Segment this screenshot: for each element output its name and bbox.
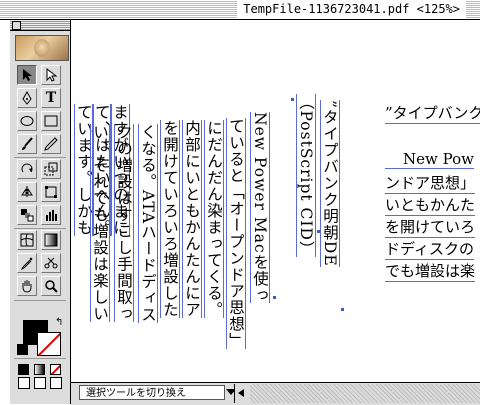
horizontal-scrollbar[interactable] bbox=[250, 384, 480, 403]
anchor-point[interactable] bbox=[273, 296, 276, 299]
status-popup[interactable]: 選択ツールを切り換え bbox=[79, 385, 225, 400]
type-tool-icon[interactable]: T bbox=[41, 88, 61, 108]
rectangle-tool-icon[interactable] bbox=[41, 111, 61, 131]
text-column[interactable]: 内部にいともかんたんにア bbox=[183, 120, 201, 318]
toolbox-divider bbox=[14, 358, 66, 359]
bottom-left-corner bbox=[10, 392, 71, 404]
text-column[interactable]: い、それでも増設は楽しい bbox=[91, 124, 109, 322]
selection-tool-icon[interactable] bbox=[17, 65, 37, 85]
free-transform-tool-icon[interactable] bbox=[41, 182, 61, 202]
venus-logo-icon[interactable] bbox=[15, 35, 69, 61]
pen-tool-icon[interactable] bbox=[17, 88, 37, 108]
none-mode-icon[interactable] bbox=[50, 364, 61, 375]
scale-tool-icon[interactable] bbox=[41, 159, 61, 179]
rotate-tool-icon[interactable] bbox=[17, 159, 37, 179]
gradient-mesh-tool-icon[interactable] bbox=[17, 230, 37, 250]
default-colors-icon[interactable] bbox=[17, 344, 28, 355]
graph-tool-icon[interactable] bbox=[41, 205, 61, 225]
close-box-icon[interactable] bbox=[12, 21, 21, 30]
standard-screen-mode-icon[interactable] bbox=[18, 377, 30, 389]
text-line[interactable]: New Pow bbox=[385, 150, 474, 169]
pencil-tool-icon[interactable] bbox=[41, 134, 61, 154]
full-screen-mode-icon[interactable] bbox=[50, 377, 62, 389]
toolbox-divider bbox=[14, 228, 66, 229]
text-column[interactable]: ていると「オープンドア思想」 bbox=[227, 118, 245, 349]
ellipse-tool-icon[interactable] bbox=[17, 111, 37, 131]
text-column[interactable]: （PostScript CID） bbox=[297, 94, 315, 257]
text-line[interactable]: ドディスクの bbox=[385, 238, 474, 260]
stroke-color-box[interactable] bbox=[37, 332, 61, 356]
blend-tool-icon[interactable] bbox=[17, 205, 37, 225]
text-column[interactable]: を開けていろいろ増設した bbox=[161, 120, 179, 318]
zoom-tool-icon[interactable] bbox=[41, 276, 61, 296]
full-screen-menu-mode-icon[interactable] bbox=[34, 377, 46, 389]
text-column[interactable]: クの増設はすこし手間取っ bbox=[115, 124, 133, 322]
scissors-tool-icon[interactable] bbox=[41, 253, 61, 273]
eyedropper-tool-icon[interactable] bbox=[17, 253, 37, 273]
paintbrush-tool-icon[interactable] bbox=[17, 134, 37, 154]
color-mode-icon[interactable] bbox=[18, 364, 29, 375]
swap-fill-stroke-icon[interactable]: ↰ bbox=[55, 317, 63, 328]
text-column[interactable]: ”タイプバンク明朝DE bbox=[321, 100, 339, 267]
window-title: TempFile-1136723041.pdf <125%> bbox=[237, 1, 466, 18]
anchor-point[interactable] bbox=[341, 308, 344, 311]
text-line[interactable]: ”タイプバンク bbox=[385, 102, 480, 124]
reflect-tool-icon[interactable] bbox=[17, 182, 37, 202]
gradient-tool-icon[interactable] bbox=[41, 230, 61, 250]
anchor-point[interactable] bbox=[291, 98, 294, 101]
title-bar[interactable]: TempFile-1136723041.pdf <125%> bbox=[0, 0, 480, 20]
text-line[interactable]: いともかんた bbox=[385, 194, 476, 216]
toolbox-drag-bar[interactable] bbox=[10, 20, 70, 31]
toolbox-palette[interactable]: T ↰ bbox=[10, 20, 71, 392]
text-line[interactable]: ンドア思想」 bbox=[385, 172, 476, 194]
scroll-left-arrow-icon[interactable] bbox=[234, 384, 251, 403]
text-column[interactable]: くなる。ATAハードディス bbox=[139, 124, 157, 323]
gradient-mode-icon[interactable] bbox=[34, 364, 45, 375]
toolbox-divider bbox=[14, 300, 66, 301]
text-line[interactable]: でも増設は楽 bbox=[385, 260, 476, 282]
none-slash-icon bbox=[38, 333, 60, 355]
document-canvas[interactable]: ています。しかも て、はたいへん。 ますがいつのまに い、それでも増設は楽しい … bbox=[71, 20, 480, 382]
text-column[interactable]: New Power Macを使っ bbox=[251, 112, 269, 303]
text-column[interactable]: にだんだん染まってくる。 bbox=[205, 120, 223, 318]
toolbox-divider bbox=[14, 157, 66, 158]
status-bar: 選択ツールを切り換え bbox=[71, 382, 480, 405]
text-line[interactable]: を開けていろ bbox=[385, 216, 476, 238]
anchor-point[interactable] bbox=[317, 230, 320, 233]
direct-selection-tool-icon[interactable] bbox=[41, 65, 61, 85]
hand-tool-icon[interactable] bbox=[17, 276, 37, 296]
